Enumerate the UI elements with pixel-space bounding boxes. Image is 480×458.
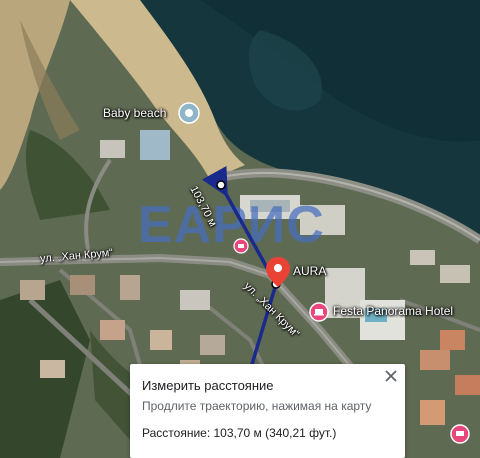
festa-hotel-label[interactable]: Festa Panorama Hotel (333, 304, 453, 318)
hotel-pin-bottom-right[interactable] (450, 424, 470, 449)
panel-hint: Продлите траекторию, нажимая на карту (142, 399, 372, 413)
distance-result: Расстояние: 103,70 м (340,21 фут.) (142, 426, 337, 440)
hotel-marker-icon (233, 238, 249, 254)
hotel-marker-icon (450, 424, 470, 444)
satellite-map[interactable]: ЕАРИС 103,70 м Baby beach AURA Festa Pan… (0, 0, 480, 458)
beach-marker-icon (178, 102, 200, 124)
panel-title: Измерить расстояние (142, 378, 274, 393)
baby-beach-pin[interactable] (178, 102, 200, 129)
aura-label[interactable]: AURA (293, 264, 326, 278)
aura-pin[interactable] (265, 256, 291, 293)
baby-beach-label[interactable]: Baby beach (103, 106, 166, 120)
measure-point-start[interactable] (216, 180, 226, 190)
location-pin-icon (266, 257, 290, 287)
close-icon[interactable] (383, 368, 399, 384)
measure-distance-panel: Измерить расстояние Продлите траекторию,… (130, 364, 405, 458)
festa-hotel-pin[interactable] (309, 302, 329, 327)
hotel-marker-icon (309, 302, 329, 322)
hotel-pin-small[interactable] (233, 238, 249, 259)
